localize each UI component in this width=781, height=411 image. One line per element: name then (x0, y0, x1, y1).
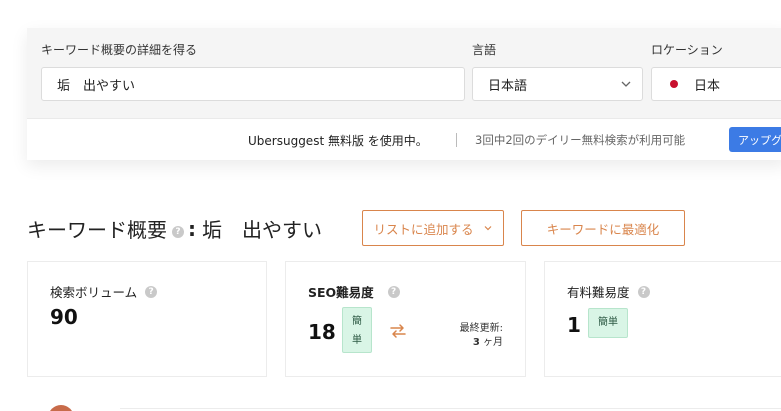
promo-bar: Ubersuggest 無料版 を使用中。 3回中2回のデイリー無料検索が利用可… (27, 118, 781, 160)
upgrade-button[interactable]: アップグレード (729, 127, 781, 152)
search-panel: キーワード概要の詳細を得る 言語 ロケーション 日本語 日本 Ubersugge… (27, 28, 781, 160)
section-divider (120, 408, 781, 409)
help-icon[interactable]: ? (387, 285, 400, 298)
search-volume-label: 検索ボリューム (50, 285, 138, 300)
last-updated-value: 3 ヶ月 (473, 333, 503, 348)
overview-keyword: 垢 出やすい (202, 218, 322, 242)
seo-difficulty-badge: 簡単 (342, 307, 372, 353)
add-to-list-button[interactable]: リストに追加する (362, 210, 504, 246)
chevron-down-icon (484, 226, 491, 231)
japan-flag-icon (670, 80, 678, 88)
refresh-icon[interactable] (388, 322, 408, 340)
seo-difficulty-badge-text: 簡単 (352, 316, 362, 346)
daily-search-count: 3回中2回のデイリー無料検索が利用可能 (475, 133, 686, 147)
seo-difficulty-value: 18 (308, 320, 336, 344)
help-icon[interactable]: ? (145, 285, 158, 298)
paid-difficulty-label: 有料難易度 (567, 285, 630, 300)
add-to-list-label: リストに追加する (373, 221, 474, 237)
language-label: 言語 (472, 43, 497, 57)
search-volume-value: 90 (50, 305, 78, 329)
last-updated-number: 3 (472, 337, 480, 348)
language-value: 日本語 (488, 78, 528, 94)
seo-difficulty-label-row: SEO難易度 ? (308, 282, 400, 301)
paid-difficulty-badge: 簡単 (588, 308, 628, 338)
paid-difficulty-value: 1 (567, 313, 581, 337)
language-select[interactable]: 日本語 (472, 67, 643, 101)
chevron-down-icon (621, 81, 631, 87)
overview-title: キーワード概要 (27, 218, 167, 242)
last-updated-label: 最終更新: (459, 323, 503, 334)
location-select[interactable]: 日本 (651, 67, 781, 101)
seo-difficulty-label: SEO難易度 (308, 285, 374, 300)
keyword-input[interactable] (41, 67, 465, 101)
help-icon[interactable]: ? (172, 225, 184, 238)
avatar (48, 405, 74, 411)
title-colon: : (188, 216, 196, 241)
search-volume-label-row: 検索ボリューム ? (50, 282, 158, 301)
last-updated-unit: ヶ月 (483, 337, 503, 348)
keyword-label: キーワード概要の詳細を得る (41, 43, 198, 57)
paid-difficulty-label-row: 有料難易度 ? (567, 282, 650, 301)
paid-difficulty-card: 有料難易度 ? 1 簡単 (544, 261, 781, 377)
free-plan-text: Ubersuggest 無料版 を使用中。 (248, 134, 428, 148)
location-label: ロケーション (651, 43, 723, 57)
promo-divider (456, 133, 457, 147)
search-volume-card: 検索ボリューム ? 90 (27, 261, 267, 377)
page-title: キーワード概要 ? : 垢 出やすい (27, 214, 322, 243)
seo-difficulty-card: SEO難易度 ? 18 簡単 最終更新: 3 ヶ月 (285, 261, 526, 377)
help-icon[interactable]: ? (637, 285, 650, 298)
location-value: 日本 (694, 78, 721, 94)
optimize-keyword-button[interactable]: キーワードに最適化 (521, 210, 685, 246)
